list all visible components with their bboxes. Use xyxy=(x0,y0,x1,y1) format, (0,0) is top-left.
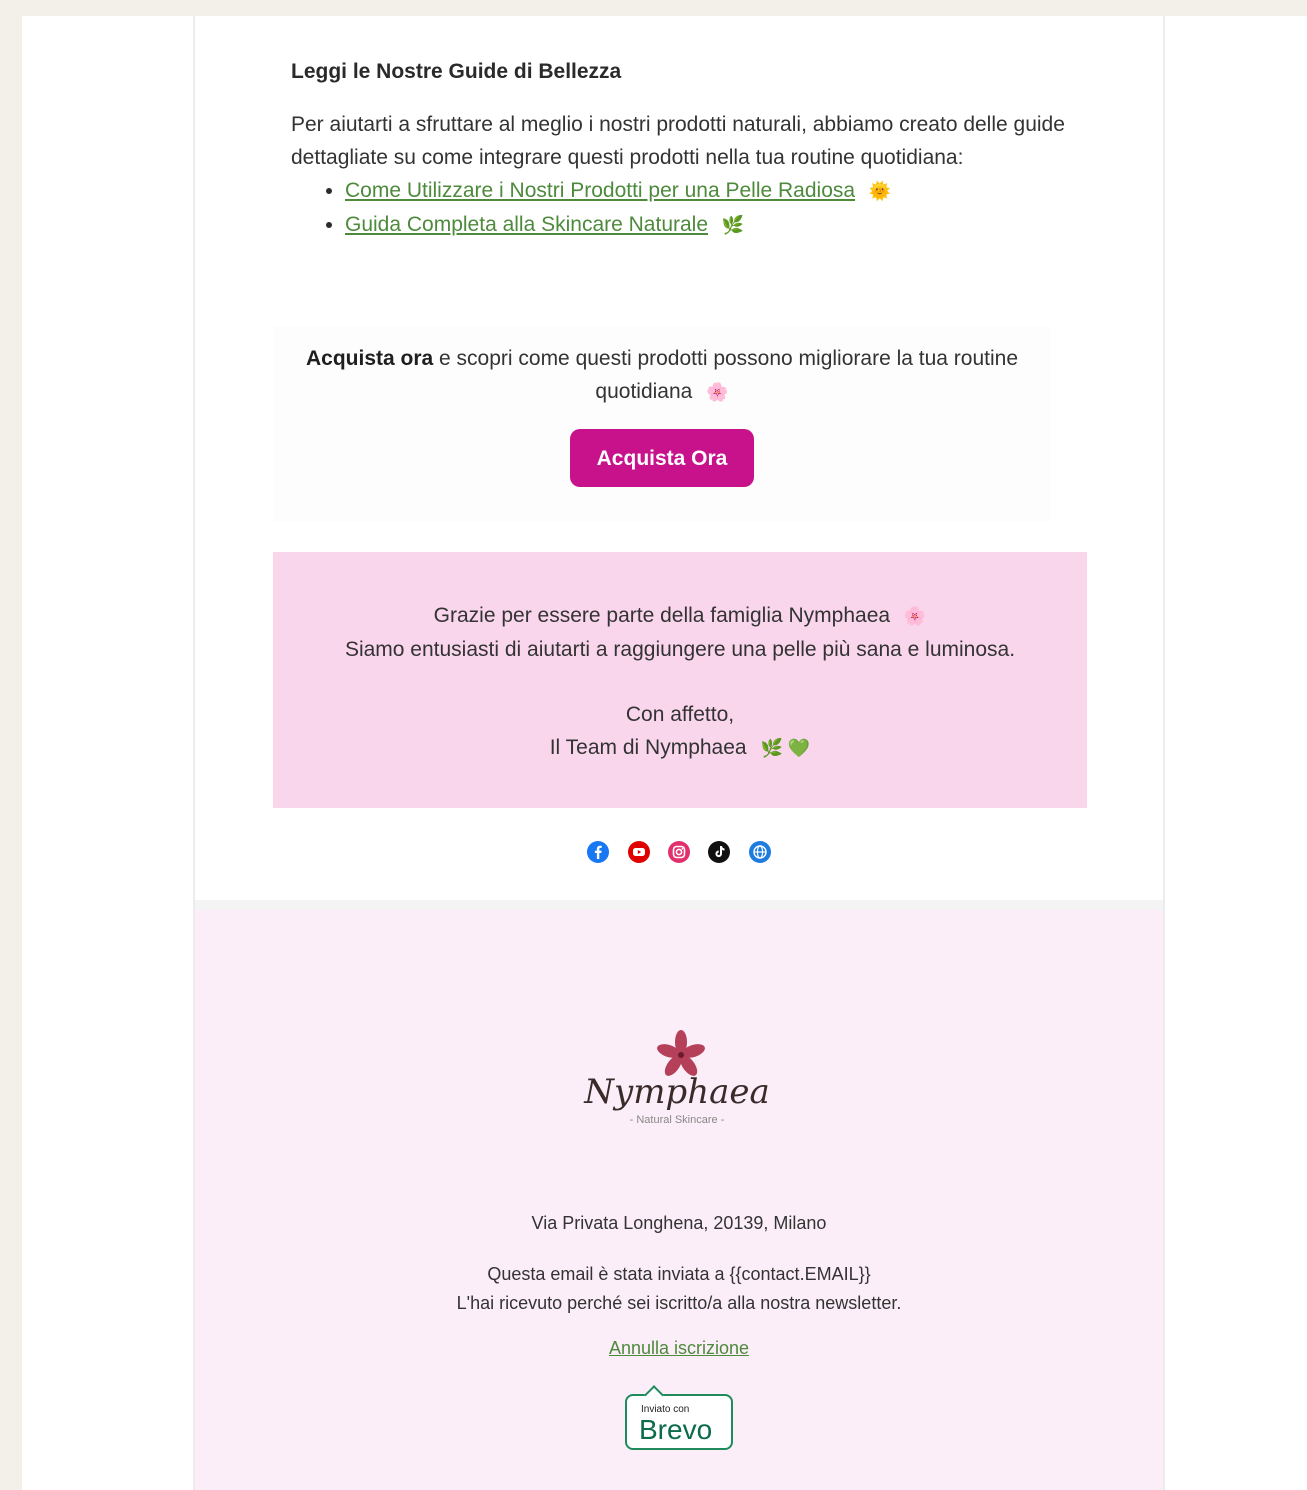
guide-link-radiant-skin[interactable]: Come Utilizzare i Nostri Prodotti per un… xyxy=(345,179,855,202)
guides-section: Leggi le Nostre Guide di Bellezza Per ai… xyxy=(291,60,1091,242)
flower-icon: 🌸 xyxy=(706,382,729,402)
website-icon[interactable] xyxy=(748,840,772,864)
youtube-icon[interactable] xyxy=(627,840,651,864)
instagram-icon[interactable] xyxy=(667,840,691,864)
guides-list: Come Utilizzare i Nostri Prodotti per un… xyxy=(291,174,1091,242)
logo-tagline: - Natural Skincare - xyxy=(630,1114,725,1126)
sun-icon: 🌞 xyxy=(868,181,892,201)
brevo-logo: Brevo xyxy=(639,1414,713,1445)
cta-bold: Acquista ora xyxy=(305,347,434,370)
unsubscribe-link[interactable]: Annulla iscrizione xyxy=(609,1338,749,1358)
brevo-badge[interactable]: Inviato con Brevo xyxy=(625,1385,733,1450)
guides-intro: Per aiutarti a sfruttare al meglio i nos… xyxy=(291,113,1065,169)
logo-wordmark: Nymphaea xyxy=(583,1072,770,1112)
thanks-line-2: Siamo entusiasti di aiutarti a raggiunge… xyxy=(344,638,1016,661)
herb-heart-icons: 🌿 💚 xyxy=(760,738,811,758)
signoff: Con affetto, xyxy=(625,703,735,726)
herb-icon: 🌿 xyxy=(721,215,745,235)
thanks-line-1: Grazie per essere parte della famiglia N… xyxy=(273,599,1087,633)
guide-link-natural-skincare[interactable]: Guida Completa alla Skincare Naturale xyxy=(345,213,708,236)
footer: Nymphaea - Natural Skincare - Via Privat… xyxy=(195,910,1163,1490)
flower-icon: 🌸 xyxy=(903,606,927,626)
unsubscribe: Annulla iscrizione xyxy=(195,1338,1163,1359)
nymphaea-logo[interactable]: Nymphaea - Natural Skincare - xyxy=(571,1025,783,1135)
list-item: Guida Completa alla Skincare Naturale 🌿 xyxy=(345,208,1091,242)
list-item: Come Utilizzare i Nostri Prodotti per un… xyxy=(345,174,1091,208)
team-signature: Il Team di Nymphaea 🌿 💚 xyxy=(273,731,1087,765)
shop-now-button[interactable]: Acquista Ora xyxy=(570,429,754,487)
cta-section: Acquista ora e scopri come questi prodot… xyxy=(273,326,1051,522)
company-address: Via Privata Longhena, 20139, Milano xyxy=(531,1213,827,1233)
thanks-box: Grazie per essere parte della famiglia N… xyxy=(273,552,1087,808)
guides-title: Leggi le Nostre Guide di Bellezza xyxy=(291,60,622,83)
email-notice: Questa email è stata inviata a {{contact… xyxy=(456,1264,902,1313)
cta-text: Acquista ora e scopri come questi prodot… xyxy=(273,342,1051,409)
email-body: Leggi le Nostre Guide di Bellezza Per ai… xyxy=(193,16,1165,1490)
tiktok-icon[interactable] xyxy=(707,840,731,864)
divider xyxy=(195,900,1163,910)
social-icons xyxy=(195,840,1163,864)
facebook-icon[interactable] xyxy=(586,840,610,864)
